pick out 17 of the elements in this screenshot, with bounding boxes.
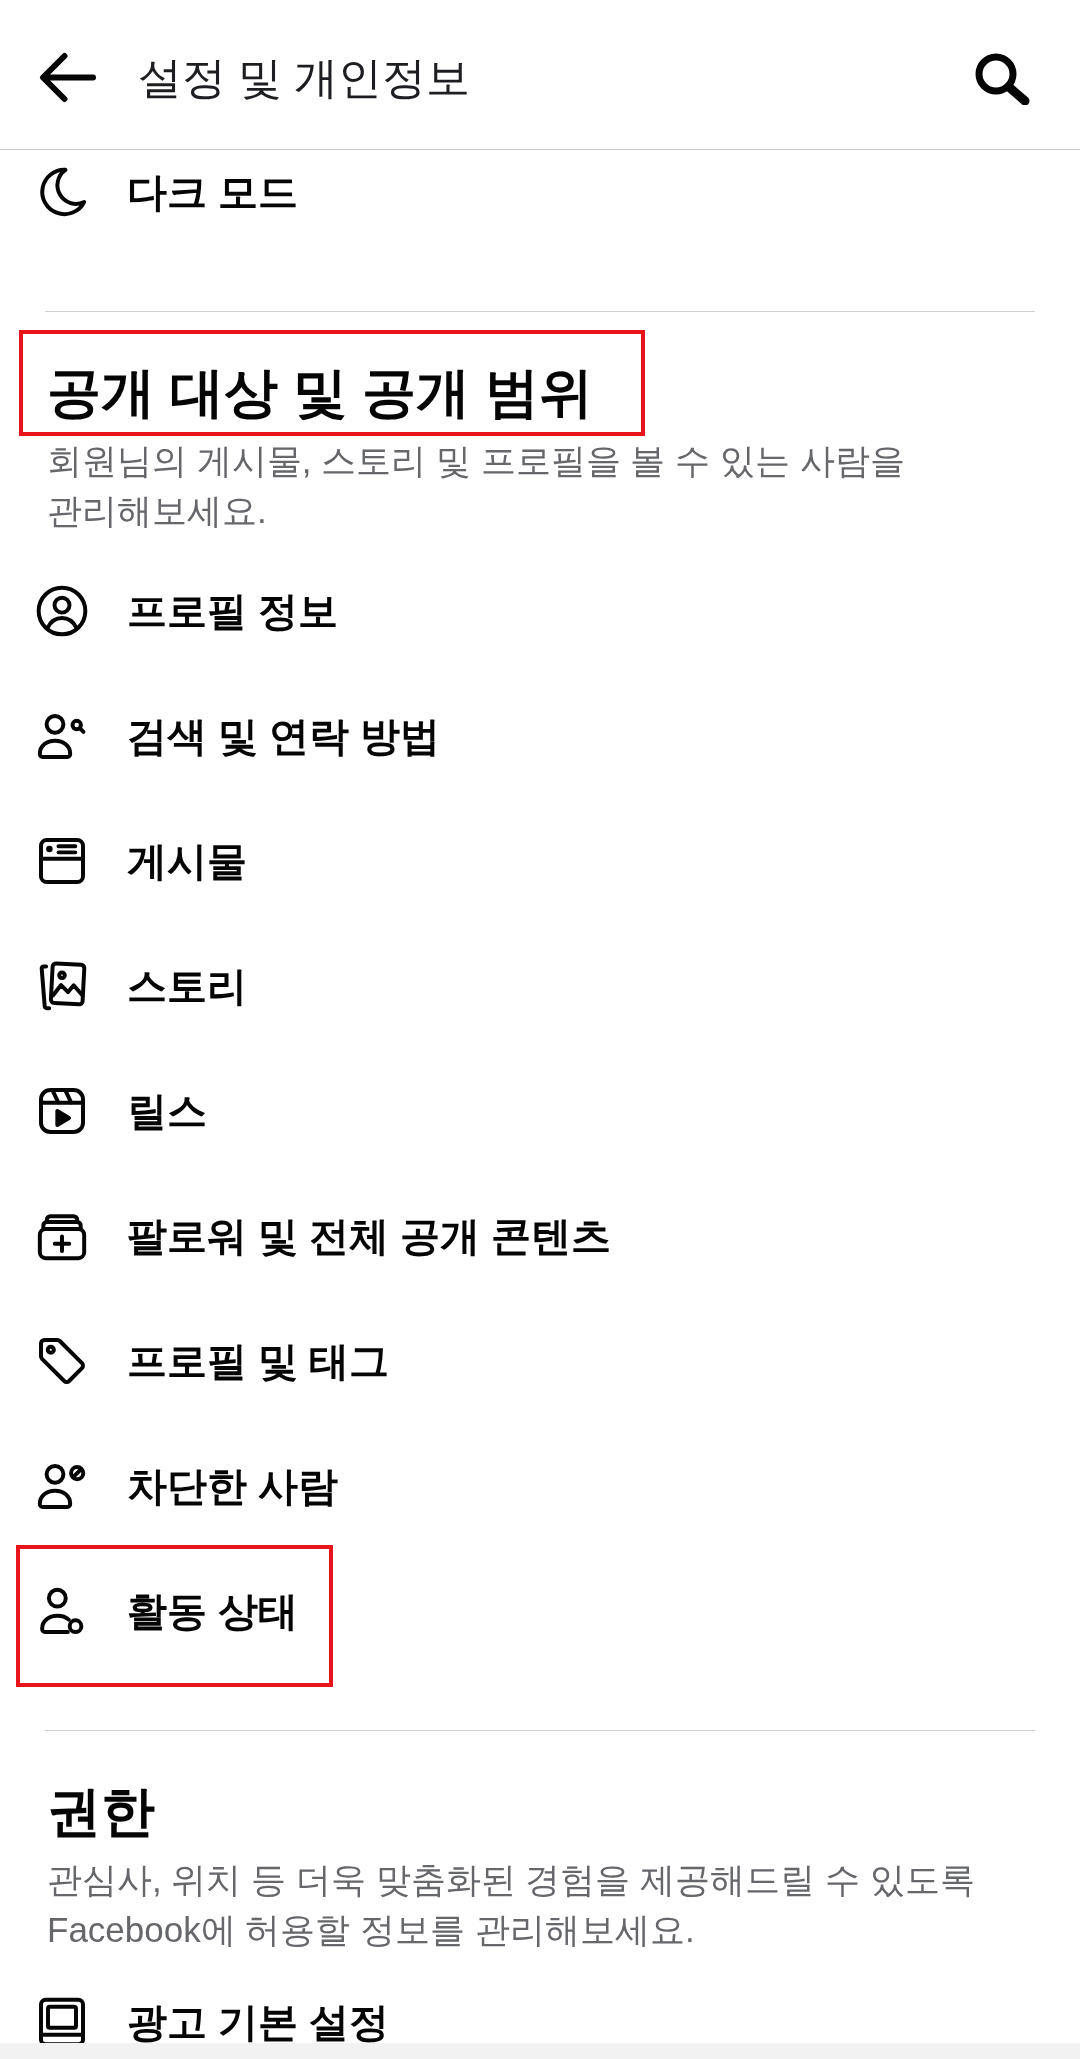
settings-item[interactable]: 팔로워 및 전체 공개 콘텐츠 (34, 1207, 612, 1264)
settings-item[interactable]: 검색 및 연락 방법 (34, 707, 441, 764)
settings-item[interactable]: 차단한 사람 (34, 1457, 339, 1514)
section-description: 관심사, 위치 등 더욱 맞춤화된 경험을 제공해드릴 수 있도록 Facebook에 허용할 정보를 관리해보세요. (47, 1859, 976, 1951)
settings-item[interactable]: 게시물 (34, 832, 247, 889)
settings-item[interactable]: 스토리 (34, 957, 247, 1014)
settings-item[interactable]: 다크 모드 (34, 163, 299, 220)
settings-item[interactable]: 활동 상태 (34, 1582, 299, 1639)
settings-item[interactable]: 프로필 및 태그 (34, 1332, 390, 1389)
section-title: 공개 대상 및 공개 범위 (47, 361, 593, 424)
page-title: 설정 및 개인정보 (138, 51, 471, 104)
back-arrow-icon[interactable] (39, 52, 96, 103)
settings-item[interactable]: 프로필 정보 (34, 582, 339, 639)
settings-item[interactable]: 광고 기본 설정 (34, 1993, 390, 2043)
section-description: 회원님의 게시물, 스토리 및 프로필을 볼 수 있는 사람을 관리해보세요. (47, 440, 906, 532)
section-title: 권한 (47, 1780, 155, 1843)
settings-item[interactable]: 릴스 (34, 1082, 207, 1139)
